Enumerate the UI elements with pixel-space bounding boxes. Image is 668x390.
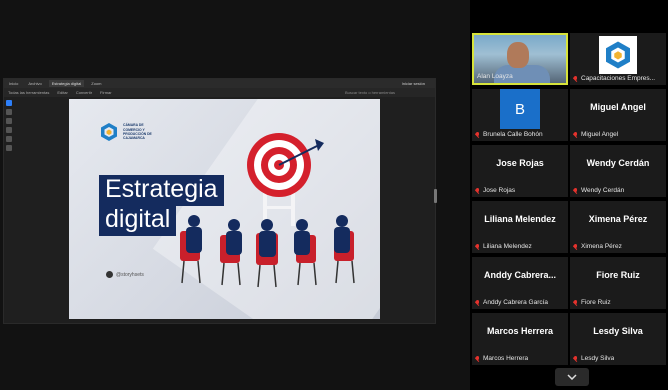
org-logo: CÁMARA DE COMERCIO Y PRODUCCIÓN DE CAJAM… <box>99 122 163 142</box>
participant-label: Liliana Melendez <box>475 243 532 250</box>
participant-name: Miguel Angel <box>581 131 619 138</box>
participant-label: Fiore Ruiz <box>573 299 611 306</box>
tab-file[interactable]: Archivo <box>25 80 44 87</box>
mic-off-icon <box>573 243 578 250</box>
menu-all-tools[interactable]: Todas las herramientas <box>8 90 49 95</box>
participant-tile[interactable]: Jose Rojas Jose Rojas <box>472 145 568 197</box>
participant-label: Capacitaciones Empres... <box>573 75 655 82</box>
participant-tile[interactable]: Capacitaciones Empres... <box>570 33 666 85</box>
participant-name: Lesdy Silva <box>581 355 615 362</box>
video-person-face <box>507 42 529 68</box>
menu-convert[interactable]: Convertir <box>76 90 92 95</box>
participant-display-name: Lesdy Silva <box>593 326 643 336</box>
handle-text: @storyhsets <box>116 271 144 278</box>
participant-name: Liliana Melendez <box>483 243 532 250</box>
audience-illustration <box>180 215 355 288</box>
mic-off-icon <box>475 243 480 250</box>
participant-tile[interactable]: Wendy Cerdán Wendy Cerdán <box>570 145 666 197</box>
scroll-gallery-down-button[interactable] <box>555 368 589 386</box>
social-handle: @storyhsets <box>106 271 144 278</box>
capacitaciones-logo-icon <box>599 36 637 74</box>
menu-sign[interactable]: Firmar <box>100 90 112 95</box>
tab-home[interactable]: Inicio <box>6 80 21 87</box>
chevron-down-icon <box>567 374 577 380</box>
participant-display-name: Wendy Cerdán <box>586 158 650 168</box>
avatar: B <box>500 89 540 129</box>
slide-title-line-1: Estrategia <box>99 175 224 206</box>
select-tool-icon[interactable] <box>6 100 12 106</box>
participant-name: Wendy Cerdán <box>581 187 625 194</box>
mic-off-icon <box>573 131 578 138</box>
participant-name: Fiore Ruiz <box>581 299 611 306</box>
participant-name: Capacitaciones Empres... <box>581 75 656 82</box>
participant-label: Marcos Herrera <box>475 355 528 362</box>
draw-tool-icon[interactable] <box>6 118 12 124</box>
participant-tile[interactable]: Alan Loayza <box>472 33 568 85</box>
participant-display-name: Marcos Herrera <box>486 326 554 336</box>
participant-name: Alan Loayza <box>477 73 513 80</box>
participant-tile[interactable]: Lesdy Silva Lesdy Silva <box>570 313 666 365</box>
participant-tile[interactable]: Anddy Cabrera... Anddy Cabrera García <box>472 257 568 309</box>
participant-label: Jose Rojas <box>475 187 515 194</box>
participant-tile[interactable]: Ximena Pérez Ximena Pérez <box>570 201 666 253</box>
participant-display-name: Miguel Angel <box>590 102 646 112</box>
slide-title-line-2: digital <box>99 205 177 236</box>
chamber-logo-icon <box>101 123 117 141</box>
participant-label: Lesdy Silva <box>573 355 614 362</box>
participant-gallery: Alan Loayza Capacitaciones Empres... B B… <box>470 0 668 390</box>
participant-display-name: Ximena Pérez <box>588 214 648 224</box>
stamp-tool-icon[interactable] <box>6 145 12 151</box>
participant-label: Miguel Angel <box>573 131 618 138</box>
participant-tile[interactable]: Fiore Ruiz Fiore Ruiz <box>570 257 666 309</box>
mic-off-icon <box>573 75 578 82</box>
participant-label: Anddy Cabrera García <box>475 299 548 306</box>
participant-tile[interactable]: Miguel Angel Miguel Angel <box>570 89 666 141</box>
mic-off-icon <box>475 299 480 306</box>
menu-edit[interactable]: Editar <box>57 90 67 95</box>
org-name: CÁMARA DE COMERCIO Y PRODUCCIÓN DE CAJAM… <box>123 123 152 141</box>
participant-name: Jose Rojas <box>483 187 516 194</box>
tab-document[interactable]: Estrategia digital <box>48 80 85 87</box>
participant-display-name: Liliana Melendez <box>484 214 556 224</box>
participant-display-name: Fiore Ruiz <box>596 270 640 280</box>
participant-name: Anddy Cabrera García <box>483 299 549 306</box>
sign-in-link[interactable]: Iniciar sesión <box>402 81 435 86</box>
participant-label: Brunela Calle Bohón <box>475 131 543 138</box>
scrollbar[interactable] <box>434 189 437 203</box>
instagram-icon <box>106 271 113 278</box>
search-tools[interactable]: Buscar texto o herramientas <box>345 90 435 95</box>
comment-tool-icon[interactable] <box>6 109 12 115</box>
text-tool-icon[interactable] <box>6 127 12 133</box>
menu-bar: Todas las herramientas Editar Convertir … <box>4 88 435 97</box>
participant-name: Brunela Calle Bohón <box>483 131 543 138</box>
chamber-logo-icon <box>606 41 630 69</box>
mic-off-icon <box>475 131 480 138</box>
tab-zoom[interactable]: Zoom <box>88 80 104 87</box>
participant-label: Ximena Pérez <box>573 243 622 250</box>
participant-name: Ximena Pérez <box>581 243 622 250</box>
mic-off-icon <box>573 299 578 306</box>
mic-off-icon <box>573 187 578 194</box>
tool-strip <box>4 97 14 157</box>
participant-label: Alan Loayza <box>477 73 513 80</box>
participant-tile[interactable]: Marcos Herrera Marcos Herrera <box>472 313 568 365</box>
link-tool-icon[interactable] <box>6 136 12 142</box>
mic-off-icon <box>573 355 578 362</box>
mic-off-icon <box>475 187 480 194</box>
participant-display-name: Jose Rojas <box>496 158 544 168</box>
participant-tile[interactable]: B Brunela Calle Bohón <box>472 89 568 141</box>
participant-label: Wendy Cerdán <box>573 187 624 194</box>
participant-tile[interactable]: Liliana Melendez Liliana Melendez <box>472 201 568 253</box>
shared-screen: Inicio Archivo Estrategia digital Zoom I… <box>0 0 470 390</box>
mic-off-icon <box>475 355 480 362</box>
participant-display-name: Anddy Cabrera... <box>483 270 557 280</box>
tab-bar: Inicio Archivo Estrategia digital Zoom I… <box>4 79 435 88</box>
presentation-slide: CÁMARA DE COMERCIO Y PRODUCCIÓN DE CAJAM… <box>69 99 380 319</box>
participant-name: Marcos Herrera <box>483 355 529 362</box>
